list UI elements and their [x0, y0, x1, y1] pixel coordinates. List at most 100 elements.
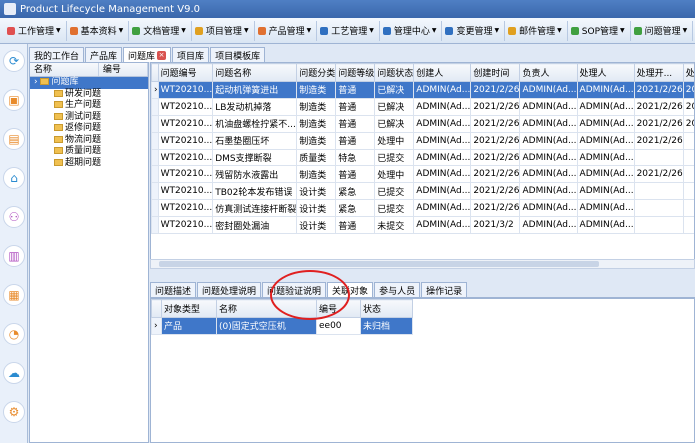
- column-header[interactable]: 问题名称: [212, 63, 298, 82]
- home-icon[interactable]: ⌂: [3, 167, 25, 189]
- table-cell: 设计类: [296, 216, 337, 235]
- settings-icon[interactable]: ⚙: [3, 401, 25, 423]
- tab-3[interactable]: 项目库: [172, 47, 210, 62]
- column-header[interactable]: 处理开...: [633, 63, 684, 82]
- tab-1[interactable]: 产品库: [85, 47, 123, 62]
- briefcase-icon[interactable]: ▣: [3, 89, 25, 111]
- column-header[interactable]: 问题分类: [296, 63, 337, 82]
- menu-item-3[interactable]: 项目管理 ▼: [192, 20, 255, 41]
- table-cell: ADMIN(Ad...: [576, 114, 635, 133]
- menu-item-0[interactable]: 工作管理 ▼: [4, 20, 67, 41]
- table-row[interactable]: WT20210... 机油盘螺栓拧紧不... 制造类 普通 已解决 ADMIN(Ad...…: [151, 114, 694, 133]
- tree-item[interactable]: 研发问题: [30, 89, 148, 101]
- menu-item-2[interactable]: 文档管理 ▼: [129, 20, 192, 41]
- table-cell: 处理中: [374, 165, 415, 184]
- menu-item-8[interactable]: 邮件管理 ▼: [505, 20, 568, 41]
- menu-item-7[interactable]: 变更管理 ▼: [442, 20, 506, 41]
- menu-item-5[interactable]: 工艺管理 ▼: [317, 20, 380, 41]
- table-row[interactable]: WT20210... 石墨垫圈压坏 制造类 普通 处理中 ADMIN(Ad... 2021/…: [151, 131, 694, 150]
- file-icon[interactable]: ▥: [3, 245, 25, 267]
- annotation-circle: [270, 270, 350, 320]
- column-header[interactable]: 创建人: [413, 63, 472, 82]
- app-logo-icon: [4, 3, 16, 15]
- tree-item-label: 测试问题: [65, 111, 102, 122]
- chevron-down-icon: ▼: [118, 27, 124, 34]
- table-row[interactable]: › WT20210... 起动机弹簧进出 制造类 普通 已解决 ADMIN(Ad... 202…: [151, 81, 694, 99]
- issue-table: 问题编号 问题名称 问题分类 问题等级 问题状态 创建人 创建时间 负责人 处理人 处理开... 处…: [151, 63, 694, 235]
- column-header[interactable]: 问题状态: [374, 63, 415, 82]
- detail-tab-0[interactable]: 问题描述: [150, 282, 197, 297]
- detail-tab-1[interactable]: 问题处理说明: [197, 282, 262, 297]
- detail-tab-5[interactable]: 操作记录: [421, 282, 468, 297]
- table-cell: 石墨垫圈压坏: [212, 131, 298, 150]
- table-cell: 2021/2/26: [633, 114, 684, 133]
- table-cell: ADMIN(Ad...: [519, 216, 578, 235]
- splitter[interactable]: [150, 270, 695, 276]
- tree-item[interactable]: 物流问题: [30, 135, 148, 147]
- table-cell: [682, 199, 694, 218]
- table-row[interactable]: WT20210... DMS支撑断裂 质量类 特急 已提交 ADMIN(Ad... 2021…: [151, 148, 694, 167]
- menu-label: 文档管理: [143, 27, 180, 37]
- table-row[interactable]: WT20210... 残留防水液露出 制造类 普通 处理中 ADMIN(Ad... 2021…: [151, 165, 694, 184]
- menu-icon: [132, 26, 141, 35]
- column-header[interactable]: 处理人: [576, 63, 635, 82]
- table-cell: [682, 148, 694, 167]
- cloud-upload-icon[interactable]: ☁: [3, 362, 25, 384]
- table-row[interactable]: › 产品 (0)固定式空压机 ee00 未归档: [151, 317, 413, 335]
- menu-item-1[interactable]: 基本资料 ▼: [67, 20, 130, 41]
- table-cell: [682, 182, 694, 201]
- folder-icon: [54, 158, 63, 166]
- row-indicator: [151, 148, 159, 167]
- menu-label: 邮件管理: [519, 27, 556, 37]
- table-row[interactable]: WT20210... LB发动机掉落 制造类 普通 已解决 ADMIN(Ad... 2021…: [151, 97, 694, 116]
- menu-item-4[interactable]: 产品管理 ▼: [255, 20, 318, 41]
- column-header[interactable]: 负责人: [519, 63, 578, 82]
- chevron-down-icon: ▼: [682, 27, 688, 34]
- tab-0[interactable]: 我的工作台: [29, 47, 85, 62]
- column-header[interactable]: 处理完...: [682, 63, 694, 82]
- column-header[interactable]: 创建时间: [470, 63, 521, 82]
- table-cell: ADMIN(Ad...: [519, 165, 578, 184]
- column-header[interactable]: 对象类型: [161, 299, 217, 318]
- refresh-icon[interactable]: ⟳: [3, 50, 25, 72]
- table-cell: 已解决: [374, 81, 415, 99]
- folder-icon: [54, 124, 63, 131]
- tree-col-name[interactable]: 名称: [30, 63, 99, 76]
- table-cell: LB发动机掉落: [212, 97, 298, 116]
- horizontal-scrollbar[interactable]: [150, 259, 695, 269]
- tree-item[interactable]: 测试问题: [30, 112, 148, 124]
- menu-item-10[interactable]: 问题管理 ▼: [631, 20, 694, 41]
- tree-item[interactable]: 返修问题: [30, 123, 148, 135]
- column-header[interactable]: 问题编号: [157, 63, 214, 82]
- table-row[interactable]: WT20210... 仿真测试连接杆断裂 设计类 紧急 已提交 ADMIN(Ad... 20…: [151, 199, 694, 218]
- calendar-icon[interactable]: ▦: [3, 284, 25, 306]
- table-row[interactable]: WT20210... 密封圈处漏油 设计类 普通 未提交 ADMIN(Ad... 2021/…: [151, 216, 694, 235]
- table-cell: [633, 148, 684, 167]
- tree-panel: 名称 编号 › 问题库 研发问题 生产问题 测试问题 返修问题 物流问题 质量问题 超期问题: [29, 62, 149, 443]
- table-row[interactable]: WT20210... TB02轮本发布错误 设计类 紧急 已提交 ADMIN(Ad... 2…: [151, 182, 694, 201]
- tree-root[interactable]: › 问题库: [30, 77, 148, 89]
- close-icon[interactable]: ×: [157, 50, 167, 60]
- table-cell: ADMIN(Ad...: [519, 97, 578, 116]
- table-cell: 2021/2/26: [470, 131, 521, 150]
- document-icon[interactable]: ▤: [3, 128, 25, 150]
- tree-item[interactable]: 超期问题: [30, 158, 148, 170]
- menu-item-9[interactable]: SOP管理 ▼: [568, 20, 631, 41]
- column-header[interactable]: 问题等级: [335, 63, 376, 82]
- tab-2[interactable]: 问题库 ×: [123, 47, 172, 62]
- tab-4[interactable]: 项目模板库: [210, 47, 266, 62]
- table-cell: 未提交: [374, 216, 415, 235]
- chevron-down-icon: ▼: [306, 27, 312, 34]
- tree-col-code[interactable]: 编号: [99, 63, 148, 76]
- org-chart-icon[interactable]: ⚇: [3, 206, 25, 228]
- tree-item[interactable]: 质量问题: [30, 146, 148, 158]
- table-cell: ADMIN(Ad...: [519, 81, 578, 99]
- menu-label: 管理中心: [393, 27, 430, 37]
- tree-item[interactable]: 生产问题: [30, 100, 148, 112]
- scrollbar-thumb[interactable]: [159, 261, 599, 267]
- column-header[interactable]: 状态: [360, 299, 413, 318]
- detail-tab-4[interactable]: 参与人员: [374, 282, 421, 297]
- power-icon[interactable]: ◔: [3, 323, 25, 345]
- menu-item-6[interactable]: 管理中心 ▼: [380, 20, 443, 41]
- table-cell: 普通: [335, 216, 376, 235]
